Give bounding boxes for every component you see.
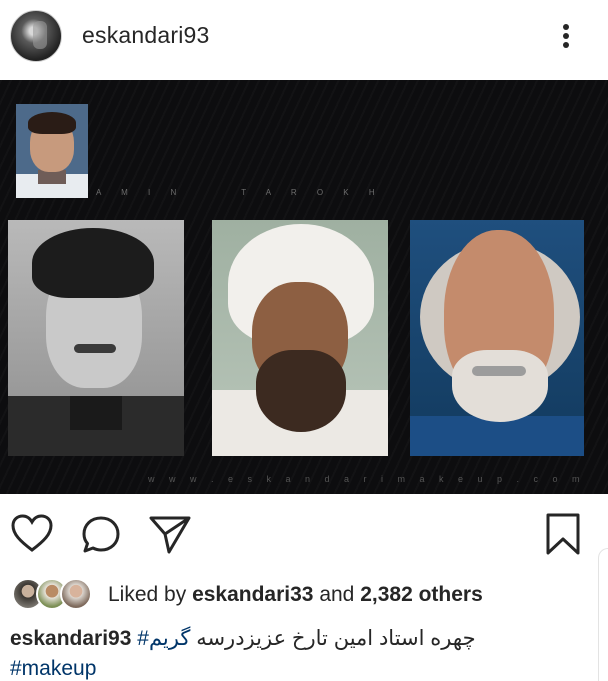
hashtag-link-makeup[interactable]: #makeup <box>10 657 96 680</box>
paper-plane-icon[interactable] <box>148 514 192 556</box>
profile-avatar[interactable] <box>10 10 62 62</box>
post-header: eskandari93 <box>0 0 608 78</box>
likes-summary: Liked by eskandari33 and 2,382 others <box>12 578 572 612</box>
actor-portrait-photo <box>16 104 88 198</box>
caption-text: چهره استاد امین تارخ عزیزدرسه <box>196 627 476 650</box>
post-image[interactable]: A M I N T A R O K H w w w . e s k a n d … <box>0 80 608 494</box>
likes-prefix: Liked by <box>108 583 187 606</box>
bookmark-icon[interactable] <box>544 512 582 556</box>
hashtag-link-grim[interactable]: #گریم <box>137 627 190 650</box>
makeup-photo-old-man <box>410 220 584 456</box>
likes-text: Liked by eskandari33 and 2,382 others <box>108 583 483 607</box>
comment-icon[interactable] <box>80 514 122 556</box>
makeup-photo-turban <box>212 220 388 456</box>
likes-middle: and <box>319 583 355 606</box>
caption-username-link[interactable]: eskandari93 <box>10 627 131 650</box>
heart-icon[interactable] <box>10 513 54 553</box>
website-watermark: w w w . e s k a n d a r i m a k e u p . … <box>148 474 586 484</box>
post-username[interactable]: eskandari93 <box>82 22 210 49</box>
liker-username-link[interactable]: eskandari33 <box>192 583 313 606</box>
more-options-icon[interactable] <box>552 18 580 54</box>
makeup-photo-uniform <box>8 220 184 456</box>
adjacent-panel-edge <box>598 548 608 681</box>
post-caption: eskandari93 #گریم چهره استاد امین تارخ ع… <box>10 624 570 681</box>
action-bar <box>0 500 608 570</box>
liker-avatar <box>60 578 92 610</box>
likes-count-link[interactable]: 2,382 others <box>360 583 483 606</box>
actor-credit-text: A M I N T A R O K H <box>96 188 384 197</box>
